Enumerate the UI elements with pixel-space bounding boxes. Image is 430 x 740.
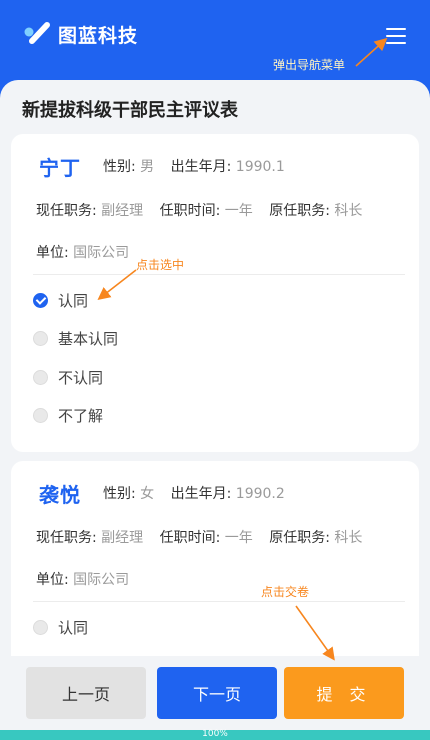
candidate-card: 袭悦 性别: 女 出生年月: 1990.2 现任职务: 副经理 任职时间: 一年…	[11, 461, 419, 681]
birth-label: 出生年月:	[170, 159, 232, 175]
app-screen: 图蓝科技 弹出导航菜单 新提拔科级干部民主评议表 宁丁 性别: 男 出生年月: …	[0, 0, 430, 740]
radio-icon[interactable]	[33, 620, 48, 635]
option-agree[interactable]: 认同	[33, 617, 88, 638]
candidate-name: 宁丁	[39, 156, 81, 180]
divider	[33, 274, 405, 275]
gender-label: 性别:	[103, 486, 136, 502]
birth-value: 1990.1	[235, 159, 285, 175]
brand-logo[interactable]: 图蓝科技	[22, 19, 138, 49]
former-post-value: 科长	[334, 530, 363, 546]
candidate-basic-info: 性别: 女 出生年月: 1990.2	[103, 483, 285, 503]
next-page-button[interactable]: 下一页	[157, 667, 277, 719]
tenure-value: 一年	[224, 530, 253, 546]
candidate-basic-info: 性别: 男 出生年月: 1990.1	[103, 156, 285, 176]
current-post-label: 现任职务:	[36, 530, 97, 546]
option-label: 认同	[58, 292, 89, 310]
annotation-menu: 弹出导航菜单	[273, 58, 346, 72]
annotation-select: 点击选中	[136, 258, 185, 272]
prev-page-button[interactable]: 上一页	[26, 667, 146, 719]
gender-value: 男	[140, 159, 155, 175]
option-label: 认同	[58, 619, 89, 637]
former-post-value: 科长	[334, 203, 363, 219]
gender-value: 女	[140, 486, 155, 502]
candidate-unit-info: 单位: 国际公司	[36, 569, 129, 589]
current-post-value: 副经理	[101, 203, 144, 219]
footer-bar: 上一页 下一页 提 交	[0, 656, 430, 730]
candidate-unit-info: 单位: 国际公司	[36, 242, 129, 262]
unit-label: 单位:	[36, 572, 69, 588]
progress-bar: 100%	[0, 729, 430, 740]
candidate-card: 宁丁 性别: 男 出生年月: 1990.1 现任职务: 副经理 任职时间: 一年…	[11, 134, 419, 452]
option-label: 不认同	[58, 369, 104, 387]
current-post-value: 副经理	[101, 530, 144, 546]
unit-label: 单位:	[36, 245, 69, 261]
brand-name: 图蓝科技	[58, 24, 139, 47]
option-unknown[interactable]: 不了解	[33, 405, 103, 426]
unit-value: 国际公司	[73, 245, 130, 261]
option-agree[interactable]: 认同	[33, 290, 88, 311]
progress-text: 100%	[202, 729, 228, 739]
radio-icon[interactable]	[33, 408, 48, 423]
check-icon[interactable]	[33, 293, 48, 308]
gender-label: 性别:	[103, 159, 136, 175]
former-post-label: 原任职务:	[269, 530, 330, 546]
candidate-post-info: 现任职务: 副经理 任职时间: 一年 原任职务: 科长	[36, 200, 362, 220]
option-basically-agree[interactable]: 基本认同	[33, 328, 118, 349]
tenure-label: 任职时间:	[159, 530, 221, 546]
divider	[33, 601, 405, 602]
page-title: 新提拔科级干部民主评议表	[22, 100, 238, 121]
birth-value: 1990.2	[235, 486, 285, 502]
candidate-post-info: 现任职务: 副经理 任职时间: 一年 原任职务: 科长	[36, 527, 362, 547]
former-post-label: 原任职务:	[269, 203, 330, 219]
candidate-name: 袭悦	[39, 483, 81, 507]
birth-label: 出生年月:	[170, 486, 232, 502]
tenure-value: 一年	[224, 203, 253, 219]
submit-button[interactable]: 提 交	[284, 667, 404, 719]
brand-logo-icon	[24, 22, 50, 44]
unit-value: 国际公司	[73, 572, 130, 588]
hamburger-menu-icon[interactable]	[385, 26, 409, 46]
current-post-label: 现任职务:	[36, 203, 97, 219]
annotation-submit: 点击交卷	[261, 585, 310, 599]
evaluation-sheet: 新提拔科级干部民主评议表 宁丁 性别: 男 出生年月: 1990.1 现任职务:…	[0, 80, 430, 740]
option-disagree[interactable]: 不认同	[33, 367, 103, 388]
radio-icon[interactable]	[33, 331, 48, 346]
radio-icon[interactable]	[33, 370, 48, 385]
option-label: 基本认同	[58, 330, 119, 348]
tenure-label: 任职时间:	[159, 203, 221, 219]
option-label: 不了解	[58, 407, 104, 425]
